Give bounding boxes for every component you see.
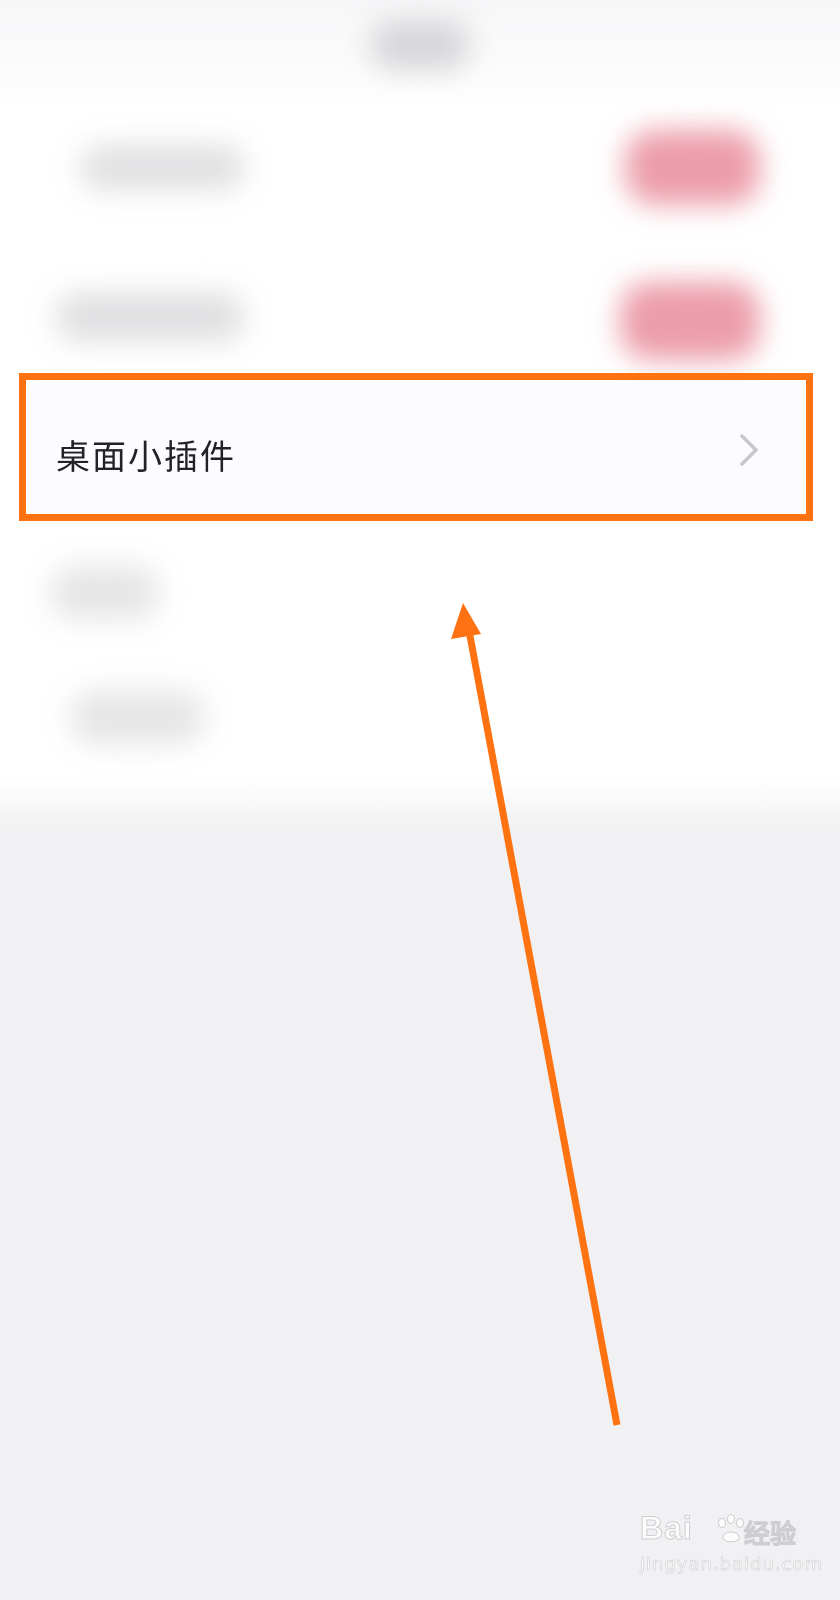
- annotation-arrow-head: [451, 603, 481, 639]
- watermark-cn-label: 经验: [744, 1520, 797, 1551]
- watermark-url: jingyan.baidu.com: [640, 1554, 824, 1576]
- annotation-arrow-shaft: [464, 624, 621, 1426]
- baidu-jingyan-watermark: Baidu 经验 jingyan.baidu.com: [640, 1506, 823, 1586]
- annotation-arrow: [451, 603, 621, 1426]
- screen: { "settings_row": { "label": "桌面小插件", "t…: [0, 0, 840, 1600]
- paw-icon: [718, 1514, 744, 1543]
- watermark-brand: Baidu: [640, 1510, 693, 1547]
